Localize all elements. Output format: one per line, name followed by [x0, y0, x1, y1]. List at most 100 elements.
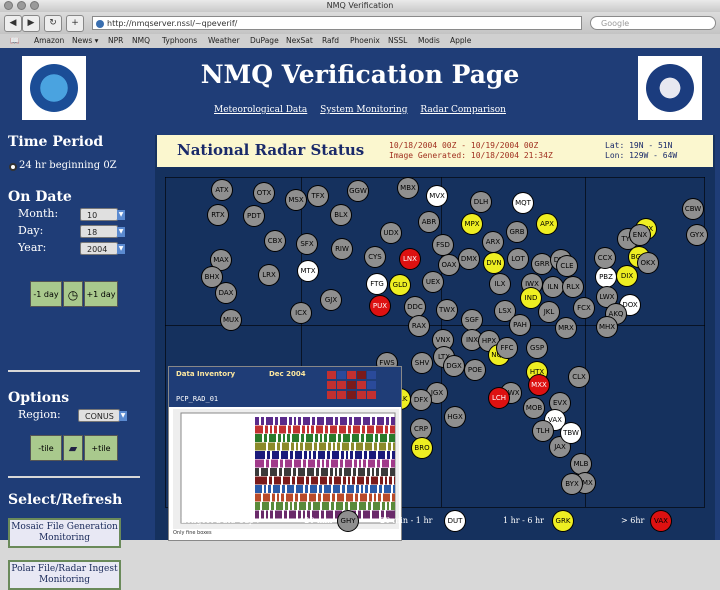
- radar-station-lch[interactable]: LCH: [489, 388, 509, 408]
- reload-icon[interactable]: ↻: [44, 15, 62, 32]
- radar-station-lrx[interactable]: LRX: [259, 265, 279, 285]
- radar-station-dgx[interactable]: DGX: [444, 356, 464, 376]
- radar-station-gsp[interactable]: GSP: [527, 338, 547, 358]
- calendar-day-cell[interactable]: [357, 371, 366, 379]
- radar-station-riw[interactable]: RIW: [332, 239, 352, 259]
- bookmark-item[interactable]: NPR: [108, 34, 123, 48]
- bookmark-item[interactable]: Apple: [450, 34, 471, 48]
- radar-station-mxx[interactable]: MXX: [529, 375, 549, 395]
- bookmark-item[interactable]: News ▾: [72, 34, 98, 48]
- radar-station-rax[interactable]: RAX: [409, 316, 429, 336]
- radar-station-grb[interactable]: GRB: [507, 222, 527, 242]
- bookmark-item[interactable]: DuPage: [250, 34, 279, 48]
- radar-station-cbx[interactable]: CBX: [265, 231, 285, 251]
- radar-station-dvn[interactable]: DVN: [484, 253, 504, 273]
- bookmarks-book-icon[interactable]: 📖: [10, 34, 19, 48]
- bookmark-item[interactable]: Typhoons: [162, 34, 197, 48]
- prev-day-button[interactable]: -1 day: [30, 281, 62, 307]
- bookmark-item[interactable]: NexSat: [286, 34, 313, 48]
- radar-station-otx[interactable]: OTX: [254, 183, 274, 203]
- bookmark-item[interactable]: Weather: [208, 34, 240, 48]
- radar-station-cle[interactable]: CLE: [557, 256, 577, 276]
- radar-station-dmx[interactable]: DMX: [459, 249, 479, 269]
- radar-station-rtx[interactable]: RTX: [208, 205, 228, 225]
- radar-station-fsd[interactable]: FSD: [433, 235, 453, 255]
- radar-station-mrx[interactable]: MRX: [556, 318, 576, 338]
- radar-station-enx[interactable]: ENX: [630, 225, 650, 245]
- radar-station-jkl[interactable]: JKL: [539, 302, 559, 322]
- calendar-day-cell[interactable]: [347, 371, 356, 379]
- radar-station-dlh[interactable]: DLH: [471, 192, 491, 212]
- calendar-day-cell[interactable]: [337, 371, 346, 379]
- mosaic-monitoring-button[interactable]: Mosaic File Generation Monitoring: [8, 518, 121, 548]
- nav-link-system-monitoring[interactable]: System Monitoring: [320, 105, 407, 115]
- radar-station-mvx[interactable]: MVX: [427, 186, 447, 206]
- radar-station-dax[interactable]: DAX: [216, 283, 236, 303]
- radar-station-rlx[interactable]: RLX: [563, 277, 583, 297]
- radar-station-gld[interactable]: GLD: [390, 275, 410, 295]
- radar-station-gyx[interactable]: GYX: [687, 225, 707, 245]
- radar-station-mux[interactable]: MUX: [221, 310, 241, 330]
- radar-station-byx[interactable]: BYX: [562, 474, 582, 494]
- radar-station-sgf[interactable]: SGF: [462, 310, 482, 330]
- radar-station-ftg[interactable]: FTG: [367, 274, 387, 294]
- calendar-day-cell[interactable]: [337, 391, 346, 399]
- region-select[interactable]: CONUS ▼: [78, 409, 127, 422]
- radar-station-twx[interactable]: TWX: [437, 300, 457, 320]
- bookmark-item[interactable]: Rafd: [322, 34, 339, 48]
- bookmark-item[interactable]: NSSL: [388, 34, 407, 48]
- radar-station-ggw[interactable]: GGW: [348, 181, 368, 201]
- radar-station-mtx[interactable]: MTX: [298, 261, 318, 281]
- radar-station-pux[interactable]: PUX: [370, 296, 390, 316]
- radar-station-mqt[interactable]: MQT: [513, 193, 533, 213]
- radar-station-apx[interactable]: APX: [537, 214, 557, 234]
- radar-station-dix[interactable]: DIX: [617, 266, 637, 286]
- radar-station-hgx[interactable]: HGX: [445, 407, 465, 427]
- radar-station-tfx[interactable]: TFX: [308, 186, 328, 206]
- radar-station-oax[interactable]: OAX: [439, 255, 459, 275]
- radar-station-blx[interactable]: BLX: [331, 205, 351, 225]
- radar-station-ind[interactable]: IND: [521, 288, 541, 308]
- bookmark-item[interactable]: Modis: [418, 34, 440, 48]
- radar-station-ffc[interactable]: FFC: [497, 338, 517, 358]
- radar-station-arx[interactable]: ARX: [483, 232, 503, 252]
- radar-station-ccx[interactable]: CCX: [595, 248, 615, 268]
- radar-station-pah[interactable]: PAH: [510, 315, 530, 335]
- bookmark-item[interactable]: Amazon: [34, 34, 64, 48]
- nav-link-radar-comparison[interactable]: Radar Comparison: [420, 105, 506, 115]
- radar-station-mhx[interactable]: MHX: [597, 317, 617, 337]
- radar-station-lot[interactable]: LOT: [508, 249, 528, 269]
- radar-station-mlb[interactable]: MLB: [571, 454, 591, 474]
- radar-station-uex[interactable]: UEX: [423, 272, 443, 292]
- month-select[interactable]: 10 ▼: [80, 208, 125, 221]
- radar-station-grr[interactable]: GRR: [532, 254, 552, 274]
- radar-station-udx[interactable]: UDX: [381, 223, 401, 243]
- prev-tile-button[interactable]: -tile: [30, 435, 62, 461]
- radar-station-bro[interactable]: BRO: [412, 438, 432, 458]
- back-arrow-icon[interactable]: ◀: [4, 15, 22, 32]
- radar-station-crp[interactable]: CRP: [411, 419, 431, 439]
- add-bookmark-icon[interactable]: +: [66, 15, 84, 32]
- nav-link-meteorological-data[interactable]: Meteorological Data: [214, 105, 307, 115]
- bookmark-item[interactable]: NMQ: [132, 34, 150, 48]
- radar-station-abr[interactable]: ABR: [419, 212, 439, 232]
- radar-station-mbx[interactable]: MBX: [398, 178, 418, 198]
- calendar-day-cell[interactable]: [327, 381, 336, 389]
- calendar-day-cell[interactable]: [367, 381, 376, 389]
- radar-station-gjx[interactable]: GJX: [321, 290, 341, 310]
- polar-monitoring-button[interactable]: Polar File/Radar Ingest Monitoring: [8, 560, 121, 590]
- calendar-day-cell[interactable]: [337, 381, 346, 389]
- year-select[interactable]: 2004 ▼: [80, 242, 125, 255]
- bookmark-item[interactable]: Phoenix: [350, 34, 380, 48]
- radar-station-dfx[interactable]: DFX: [411, 390, 431, 410]
- radar-station-iln[interactable]: ILN: [543, 277, 563, 297]
- next-day-button[interactable]: +1 day: [84, 281, 118, 307]
- calendar-day-cell[interactable]: [357, 381, 366, 389]
- radar-station-msx[interactable]: MSX: [286, 190, 306, 210]
- calendar-day-cell[interactable]: [367, 371, 376, 379]
- radar-station-cbw[interactable]: CBW: [683, 199, 703, 219]
- url-input[interactable]: http://nmqserver.nssl/~qpeverif/: [92, 16, 582, 30]
- radar-station-ddc[interactable]: DDC: [405, 297, 425, 317]
- calendar-day-cell[interactable]: [367, 391, 376, 399]
- radar-station-poe[interactable]: POE: [465, 360, 485, 380]
